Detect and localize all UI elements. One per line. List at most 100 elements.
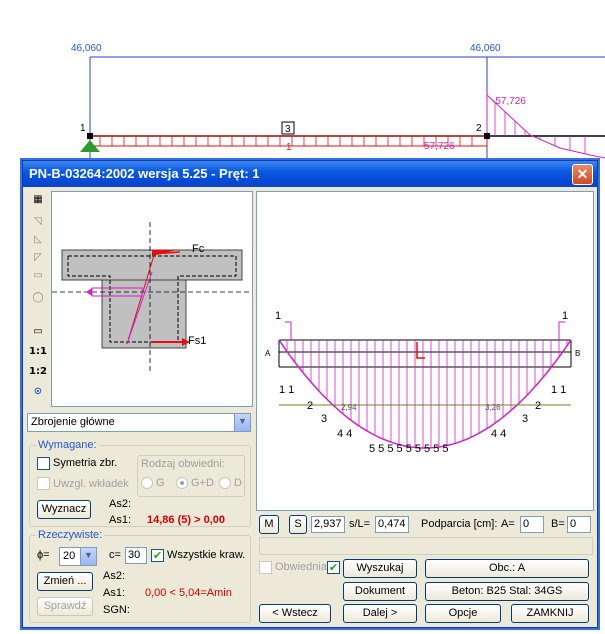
symetria-label: Symetria zbr. — [53, 457, 118, 469]
required-group-title: Wymagane: — [36, 439, 99, 451]
wszystkie-checkbox[interactable]: ✔ — [151, 549, 164, 562]
rebar-right-row-3: 3 — [522, 413, 528, 425]
rodzaj-label: Rodzaj obwiedni: — [141, 458, 225, 470]
uwzgl-checkbox[interactable] — [37, 477, 50, 490]
reinforcement-drawing: 1 1 A B 1 1 2 3 4 4 1 1 2 3 4 4 5 5 5 5 … — [265, 310, 580, 455]
node-2-label: 2 — [476, 123, 482, 134]
refresh-icon[interactable]: ⊙ — [28, 383, 48, 401]
end-left-label: A — [265, 349, 271, 358]
dim-left: 2,94 — [341, 403, 357, 412]
as1-actual-value: 0,00 < 5,04=Amin — [145, 587, 232, 599]
uwzgl-label: Uwzgl. wkładek — [53, 478, 129, 490]
chevron-down-icon[interactable]: ▼ — [234, 414, 250, 431]
draw-tool-icon[interactable]: ◹ — [28, 213, 48, 231]
fs1-label: Fs1 — [188, 335, 206, 347]
sprawdz-button[interactable]: Sprawdź — [37, 597, 93, 616]
b-input[interactable]: 0 — [567, 516, 591, 533]
dokument-button[interactable]: Dokument — [343, 582, 417, 601]
as2-actual-label: As2: — [103, 570, 126, 582]
s-button[interactable]: S — [289, 515, 307, 534]
end-right-label: B — [575, 349, 580, 358]
radio-d-label: D — [234, 477, 242, 489]
rebar-right-row-2: 2 — [535, 400, 541, 412]
opcje-button[interactable]: Opcje — [425, 604, 501, 623]
moment-neg-left: 57,726 — [424, 141, 455, 152]
frame-drawing: 46,060 46,060 1 2 3 1 -57,726 57,726 — [71, 43, 605, 160]
radio-g-label: G — [156, 477, 165, 489]
as1-required-value: 14,86 (5) > 0,00 — [147, 514, 225, 526]
wstecz-button[interactable]: < Wstecz — [259, 604, 331, 623]
rebar-right-row-4: 4 4 — [491, 428, 506, 440]
c-input[interactable]: 30 — [125, 547, 147, 564]
dalej-button[interactable]: Dalej > — [343, 604, 417, 623]
reinforcement-type-select[interactable]: Zbrojenie główne ▼ — [27, 413, 251, 432]
reinforcement-view: 1 1 A B 1 1 2 3 4 4 1 1 2 3 4 4 5 5 5 5 … — [256, 191, 594, 511]
a-input[interactable]: 0 — [520, 516, 544, 533]
rebar-bottom-row: 5 5 5 5 5 5 5 5 5 — [369, 443, 449, 455]
box-tool-icon[interactable]: ▭ — [28, 267, 48, 285]
obwiednia-label: Obwiednia — [275, 561, 327, 573]
as1-actual-label: As1: — [103, 587, 126, 599]
section-dialog: PN-B-03264:2002 wersja 5.25 - Pręt: 1 ✕ … — [22, 160, 598, 628]
element-num: 1 — [286, 142, 292, 153]
obwiednia-checkbox[interactable] — [259, 561, 272, 574]
wyszukaj-button[interactable]: Wyszukaj — [343, 559, 417, 578]
support-left-top: 1 — [275, 310, 281, 322]
fc-label: Fc — [192, 243, 205, 255]
scale-1-2-icon[interactable]: 1:2 — [28, 363, 48, 381]
dim-right: 3,26 — [485, 403, 501, 412]
radio-gd-label: G+D — [191, 477, 214, 489]
top-left-value: 46,060 — [71, 43, 102, 54]
sl-label: s/L= — [349, 518, 371, 530]
zamknij-button[interactable]: ZAMKNIJ — [511, 604, 589, 623]
node-1-label: 1 — [80, 123, 86, 134]
dialog-titlebar: PN-B-03264:2002 wersja 5.25 - Pręt: 1 ✕ — [23, 161, 597, 187]
section-drawing: Fc Fs1 — [52, 222, 252, 372]
element-label: 3 — [285, 124, 291, 135]
zmien-button[interactable]: Zmień ... — [37, 572, 93, 591]
radio-gd[interactable] — [176, 477, 188, 489]
as2-label: As2: — [109, 498, 132, 510]
rebar-left-row-4: 4 4 — [337, 428, 352, 440]
radio-g[interactable] — [141, 477, 153, 489]
actual-group-title: Rzeczywiste: — [36, 529, 105, 541]
a-label: A= — [501, 518, 515, 530]
as1-label: As1: — [109, 514, 132, 526]
symetria-checkbox[interactable] — [37, 457, 50, 470]
reinforcement-type-value: Zbrojenie główne — [31, 416, 115, 428]
radio-d[interactable] — [219, 477, 231, 489]
status-field — [259, 537, 593, 555]
sgn-label: SGN: — [103, 604, 130, 616]
phi-value: 20 — [63, 550, 76, 562]
slope-tool-icon[interactable]: ◺ — [28, 231, 48, 249]
wszystkie-label: Wszystkie kraw. — [167, 549, 246, 561]
m-button[interactable]: M — [259, 515, 279, 534]
b-label: B= — [551, 518, 565, 530]
rebar-left-row-2: 2 — [307, 400, 313, 412]
wyznacz-button[interactable]: Wyznacz — [37, 500, 91, 519]
ruler-tool-icon[interactable]: ▦ — [28, 191, 48, 209]
dialog-title: PN-B-03264:2002 wersja 5.25 - Pręt: 1 — [29, 166, 260, 181]
phi-select[interactable]: 20 ▼ — [59, 547, 97, 566]
rebar-left-row-3: 3 — [321, 413, 327, 425]
support-right-top: 1 — [562, 310, 568, 322]
scale-1-1-icon[interactable]: 1:1 — [28, 343, 48, 361]
phi-label: ϕ= — [37, 549, 50, 561]
obc-button[interactable]: Obc.: A — [425, 559, 589, 578]
beton-button[interactable]: Beton: B25 Stal: 34GS — [425, 582, 589, 601]
angle-tool-icon[interactable]: ◸ — [28, 249, 48, 267]
sl-input[interactable]: 0,474 — [375, 516, 409, 533]
close-button[interactable]: ✕ — [572, 164, 593, 185]
c-label: c= — [109, 549, 121, 561]
toolstrip: ▦ ◹ ◺ ◸ ▭ ◯ ▭ 1:1 1:2 ⊙ — [26, 191, 50, 406]
s-value-input[interactable]: 2,937 — [311, 516, 345, 533]
top-right-value: 46,060 — [470, 43, 501, 54]
chevron-down-icon[interactable]: ▼ — [80, 548, 96, 565]
podparcia-label: Podparcia [cm]: — [421, 518, 498, 530]
circle-tool-icon[interactable]: ◯ — [28, 289, 48, 307]
wyszukaj-checkbox[interactable]: ✔ — [327, 561, 340, 574]
section-view: Fc Fs1 — [51, 191, 253, 407]
rebar-left-row-1: 1 1 — [279, 384, 294, 396]
scale-ruler-icon[interactable]: ▭ — [28, 323, 48, 341]
moment-neg-top: -57,726 — [492, 96, 526, 107]
